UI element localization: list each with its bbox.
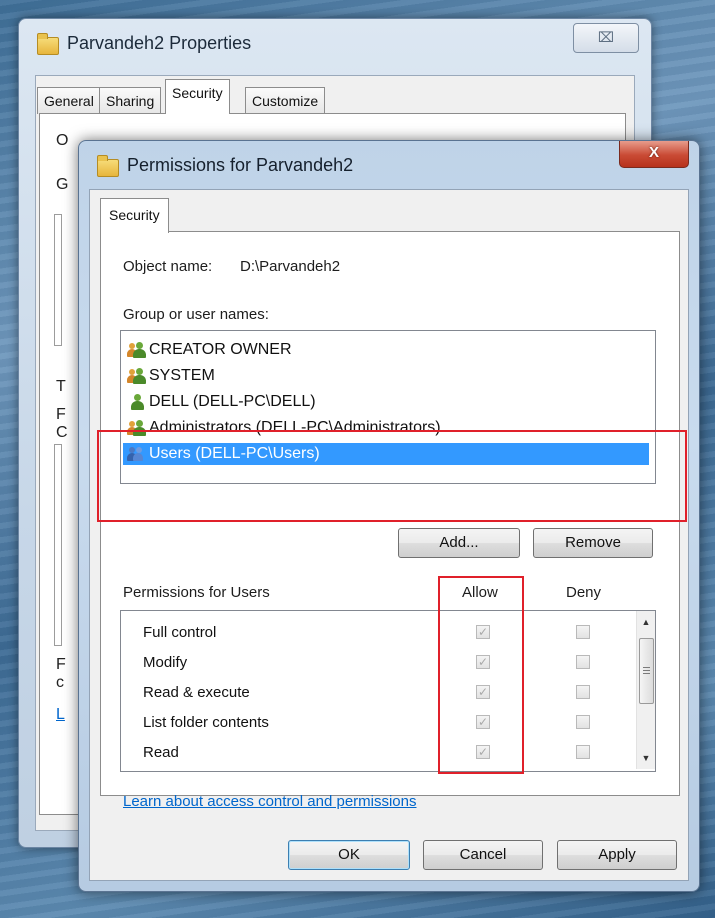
back-text-fragment: F — [56, 406, 66, 423]
list-item[interactable]: SYSTEM — [123, 365, 649, 387]
properties-titlebar: Parvandeh2 Properties ⌧ — [19, 19, 651, 65]
allow-header: Allow — [462, 584, 498, 601]
scroll-up-arrow-icon[interactable]: ▲ — [637, 613, 655, 631]
properties-title: Parvandeh2 Properties — [67, 33, 252, 53]
deny-header: Deny — [566, 584, 602, 601]
users-group-icon — [127, 367, 147, 385]
remove-button[interactable]: Remove — [533, 528, 653, 558]
allow-checkbox[interactable]: ✓ — [476, 715, 490, 729]
permissions-scrollbar[interactable]: ▲ ▼ — [636, 611, 655, 769]
back-list-box — [54, 214, 62, 346]
groups-label: Group or user names: — [123, 306, 269, 323]
scroll-down-arrow-icon[interactable]: ▼ — [637, 749, 655, 767]
ok-button[interactable]: OK — [288, 840, 410, 870]
group-name: Users (DELL-PC\Users) — [149, 445, 320, 462]
permission-name: Read & execute — [143, 684, 250, 701]
back-text-fragment: F — [56, 656, 66, 673]
deny-checkbox[interactable] — [576, 745, 590, 759]
back-text-fragment: C — [56, 424, 68, 441]
permission-row: List folder contents ✓ — [143, 708, 633, 738]
deny-checkbox[interactable] — [576, 655, 590, 669]
permission-name: List folder contents — [143, 714, 269, 731]
tab-customize[interactable]: Customize — [245, 87, 326, 114]
deny-checkbox[interactable] — [576, 685, 590, 699]
permissions-list: Full control ✓ Modify ✓ Read & execute ✓… — [120, 610, 656, 772]
deny-checkbox[interactable] — [576, 715, 590, 729]
permission-name: Read — [143, 744, 179, 761]
tab-security[interactable]: Security — [165, 79, 230, 114]
add-button[interactable]: Add... — [398, 528, 520, 558]
tab-security[interactable]: Security — [100, 198, 169, 233]
apply-button[interactable]: Apply — [557, 840, 677, 870]
permission-row: Read ✓ — [143, 738, 633, 768]
permission-name: Modify — [143, 654, 188, 671]
permission-row: Full control ✓ — [143, 618, 633, 648]
list-item[interactable]: CREATOR OWNER — [123, 339, 649, 361]
deny-checkbox[interactable] — [576, 625, 590, 639]
allow-checkbox[interactable]: ✓ — [476, 655, 490, 669]
cancel-button[interactable]: Cancel — [423, 840, 543, 870]
groups-listbox[interactable]: CREATOR OWNER SYSTEM DELL (DELL-PC\DELL)… — [120, 330, 656, 484]
allow-checkbox[interactable]: ✓ — [476, 685, 490, 699]
user-icon — [129, 393, 147, 411]
back-text-fragment: G — [56, 176, 69, 193]
users-group-icon — [127, 341, 147, 359]
back-link-fragment[interactable]: L — [56, 706, 65, 724]
group-name: SYSTEM — [149, 367, 215, 384]
back-list-box — [54, 444, 62, 646]
back-text-fragment: c — [56, 674, 64, 691]
permission-row: Read & execute ✓ — [143, 678, 633, 708]
object-name-value: D:\Parvandeh2 — [240, 258, 341, 275]
learn-access-control-link[interactable]: Learn about access control and permissio… — [123, 793, 417, 810]
tab-sharing[interactable]: Sharing — [99, 87, 162, 114]
properties-close-button[interactable]: ⌧ — [573, 23, 639, 53]
object-name-label: Object name: — [123, 258, 213, 275]
group-name: CREATOR OWNER — [149, 341, 292, 358]
folder-icon — [97, 155, 119, 177]
permission-name: Full control — [143, 624, 217, 641]
list-item[interactable]: Administrators (DELL-PC\Administrators) — [123, 417, 649, 439]
folder-icon — [37, 33, 59, 55]
tab-general[interactable]: General — [37, 87, 101, 114]
dialog-title: Permissions for Parvandeh2 — [127, 155, 354, 175]
permissions-label: Permissions for Users — [123, 584, 270, 601]
permission-row: Modify ✓ — [143, 648, 633, 678]
group-name: Administrators (DELL-PC\Administrators) — [149, 419, 441, 436]
users-group-icon — [127, 419, 147, 437]
back-text-fragment: T — [56, 378, 66, 395]
scroll-thumb[interactable] — [639, 638, 654, 704]
users-group-icon — [127, 445, 147, 463]
list-item-selected[interactable]: Users (DELL-PC\Users) — [123, 443, 649, 465]
allow-checkbox[interactable]: ✓ — [476, 745, 490, 759]
list-item[interactable]: DELL (DELL-PC\DELL) — [123, 391, 649, 413]
group-name: DELL (DELL-PC\DELL) — [149, 393, 316, 410]
allow-checkbox[interactable]: ✓ — [476, 625, 490, 639]
close-button[interactable]: X — [619, 141, 689, 168]
back-text-fragment: O — [56, 132, 69, 149]
